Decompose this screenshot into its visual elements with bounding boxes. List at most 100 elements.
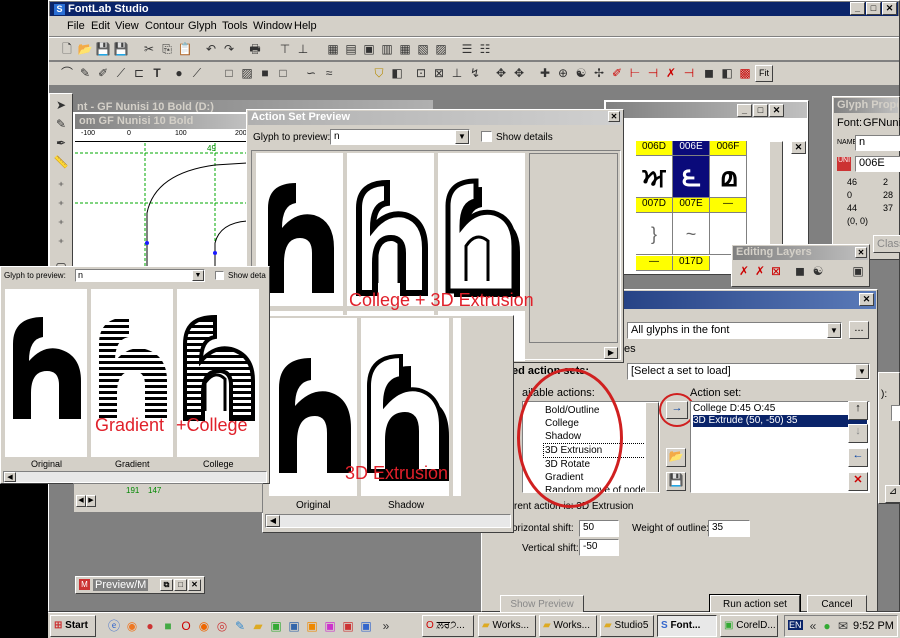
quicklaunch-id-icon[interactable]: ▣: [322, 618, 338, 634]
start-button[interactable]: ⊞ Start: [50, 615, 96, 637]
rect2-icon[interactable]: ▨: [239, 65, 255, 81]
preview-scroll-right[interactable]: ▶: [604, 347, 618, 359]
small-scroll-left[interactable]: ◀: [4, 472, 16, 482]
preview-close[interactable]: ✕: [188, 579, 201, 591]
code-006E[interactable]: 006E: [673, 141, 710, 156]
sheet-icon[interactable]: ▧: [415, 41, 431, 57]
menu-help[interactable]: Help: [294, 20, 317, 32]
move-down-button[interactable]: ↓: [848, 424, 868, 443]
quicklaunch-orange-icon[interactable]: ◉: [196, 618, 212, 634]
quicklaunch-app-icon[interactable]: ●: [142, 618, 158, 634]
open-icon[interactable]: 📂: [77, 41, 93, 57]
ruler-tool-icon[interactable]: 📏: [53, 154, 69, 170]
menu-file[interactable]: File: [67, 20, 85, 32]
font-window-icon[interactable]: ▦: [325, 41, 341, 57]
glyph-007D[interactable]: }: [636, 213, 673, 255]
edge-button[interactable]: ⊿: [885, 485, 900, 503]
quicklaunch-red-icon[interactable]: ◎: [214, 618, 230, 634]
line-icon[interactable]: ⟋: [189, 65, 205, 81]
layer-yinyang-icon[interactable]: ☯: [810, 263, 826, 279]
transform2-icon[interactable]: ⊠: [431, 65, 447, 81]
glyph-canvas[interactable]: [75, 143, 247, 281]
glyph-name-field[interactable]: n: [855, 135, 900, 151]
grid-red-icon[interactable]: ▩: [737, 65, 753, 81]
table-icon[interactable]: ▦: [397, 41, 413, 57]
code-dash[interactable]: —: [710, 198, 747, 213]
move-icon[interactable]: ✥: [493, 65, 509, 81]
hint-h-icon[interactable]: ⊢: [627, 65, 643, 81]
quicklaunch-firefox-icon[interactable]: ◉: [124, 618, 140, 634]
quicklaunch-opera-icon[interactable]: O: [178, 618, 194, 634]
rect4-icon[interactable]: □: [275, 65, 291, 81]
shield-icon[interactable]: ⛉: [371, 65, 387, 81]
layer-panel-icon[interactable]: ▣: [850, 263, 866, 279]
quicklaunch-more-icon[interactable]: »: [378, 618, 394, 634]
layer-guide-icon[interactable]: ⊠: [768, 263, 784, 279]
menu-tools[interactable]: Tools: [222, 20, 248, 32]
preview-restore[interactable]: ⧉: [160, 579, 173, 591]
remove-left-button[interactable]: ←: [848, 448, 868, 467]
class-button[interactable]: Class: [873, 235, 900, 253]
open-set-button[interactable]: 📂: [666, 448, 686, 467]
font-window-close2[interactable]: ✕: [791, 141, 806, 154]
task-button-6[interactable]: ▣ CorelD...: [720, 615, 778, 637]
add-node2-icon[interactable]: ⁺: [53, 197, 69, 213]
code-006F[interactable]: 006F: [710, 141, 747, 156]
tray-mail-icon[interactable]: ✉: [835, 618, 851, 634]
menu-edit[interactable]: Edit: [91, 20, 110, 32]
save-all-icon[interactable]: 💾: [113, 41, 129, 57]
quicklaunch-folder-icon[interactable]: ▰: [250, 618, 266, 634]
hint-y-icon[interactable]: ⊣: [681, 65, 697, 81]
language-indicator[interactable]: EN: [788, 620, 803, 630]
quicklaunch-dw-icon[interactable]: ▣: [268, 618, 284, 634]
task-button-4[interactable]: ▰ Studio5: [600, 615, 654, 637]
mask-icon[interactable]: ◼: [701, 65, 717, 81]
transform-icon[interactable]: ⊡: [413, 65, 429, 81]
quicklaunch-ps-icon[interactable]: ▣: [286, 618, 302, 634]
quicklaunch-s-icon[interactable]: ▣: [340, 618, 356, 634]
close-button[interactable]: ✕: [882, 2, 897, 15]
quicklaunch-green-icon[interactable]: ■: [160, 618, 176, 634]
show-details-checkbox[interactable]: [481, 131, 492, 142]
redo-icon[interactable]: ↷: [221, 41, 237, 57]
copy-icon[interactable]: ⎘: [159, 41, 175, 57]
add-node3-icon[interactable]: ⁺: [53, 216, 69, 232]
unicode-field[interactable]: 006E: [855, 156, 900, 172]
editing-layers-close[interactable]: ✕: [855, 247, 867, 258]
move2-icon[interactable]: ✥: [511, 65, 527, 81]
pen-tool-icon[interactable]: ✒: [53, 135, 69, 151]
code-007D[interactable]: 007D: [636, 198, 673, 213]
scale-icon[interactable]: ⊏: [131, 65, 147, 81]
small-dropdown-icon[interactable]: ▼: [192, 270, 204, 281]
yinyang-icon[interactable]: ☯: [573, 65, 589, 81]
ot-icon[interactable]: ▣: [361, 41, 377, 57]
move-up-button[interactable]: ↑: [848, 401, 868, 420]
glyph-007E[interactable]: ~: [673, 213, 710, 255]
glyph-dropdown-icon[interactable]: ▼: [455, 130, 469, 144]
fit-button[interactable]: Fit: [755, 65, 773, 82]
code-dash2[interactable]: —: [636, 256, 673, 271]
code-006D[interactable]: 006D: [636, 141, 673, 156]
glyph-006F[interactable]: മ: [710, 156, 747, 198]
grid-icon[interactable]: ▨: [433, 41, 449, 57]
action-set-item[interactable]: College D:45 O:45: [693, 403, 867, 415]
align-icon[interactable]: ⊥: [449, 65, 465, 81]
delete-action-button[interactable]: ✕: [848, 472, 868, 491]
small-glyph-select[interactable]: n ▼: [75, 269, 205, 282]
layer-node-icon[interactable]: ✗: [736, 263, 752, 279]
minimize-button[interactable]: _: [850, 2, 865, 15]
menu-contour[interactable]: Contour: [145, 20, 184, 32]
task-button-1[interactable]: O ਲ਼ਰ੭...: [422, 615, 474, 637]
font-window-close[interactable]: ✕: [769, 104, 784, 117]
quicklaunch-ie-icon[interactable]: ⓔ: [106, 618, 122, 634]
pen-icon[interactable]: ✎: [77, 65, 93, 81]
glyph-scroll-right[interactable]: ▶: [86, 495, 96, 507]
menu-window[interactable]: Window: [253, 20, 292, 32]
ellipse-icon[interactable]: ●: [171, 65, 187, 81]
quicklaunch-paint-icon[interactable]: ✎: [232, 618, 248, 634]
edge-field[interactable]: [891, 405, 900, 421]
task-button-3[interactable]: ▰ Works...: [539, 615, 597, 637]
hint-x-icon[interactable]: ✗: [663, 65, 679, 81]
save-set-button[interactable]: 💾: [666, 472, 686, 491]
new-icon[interactable]: 🗋: [59, 41, 75, 57]
